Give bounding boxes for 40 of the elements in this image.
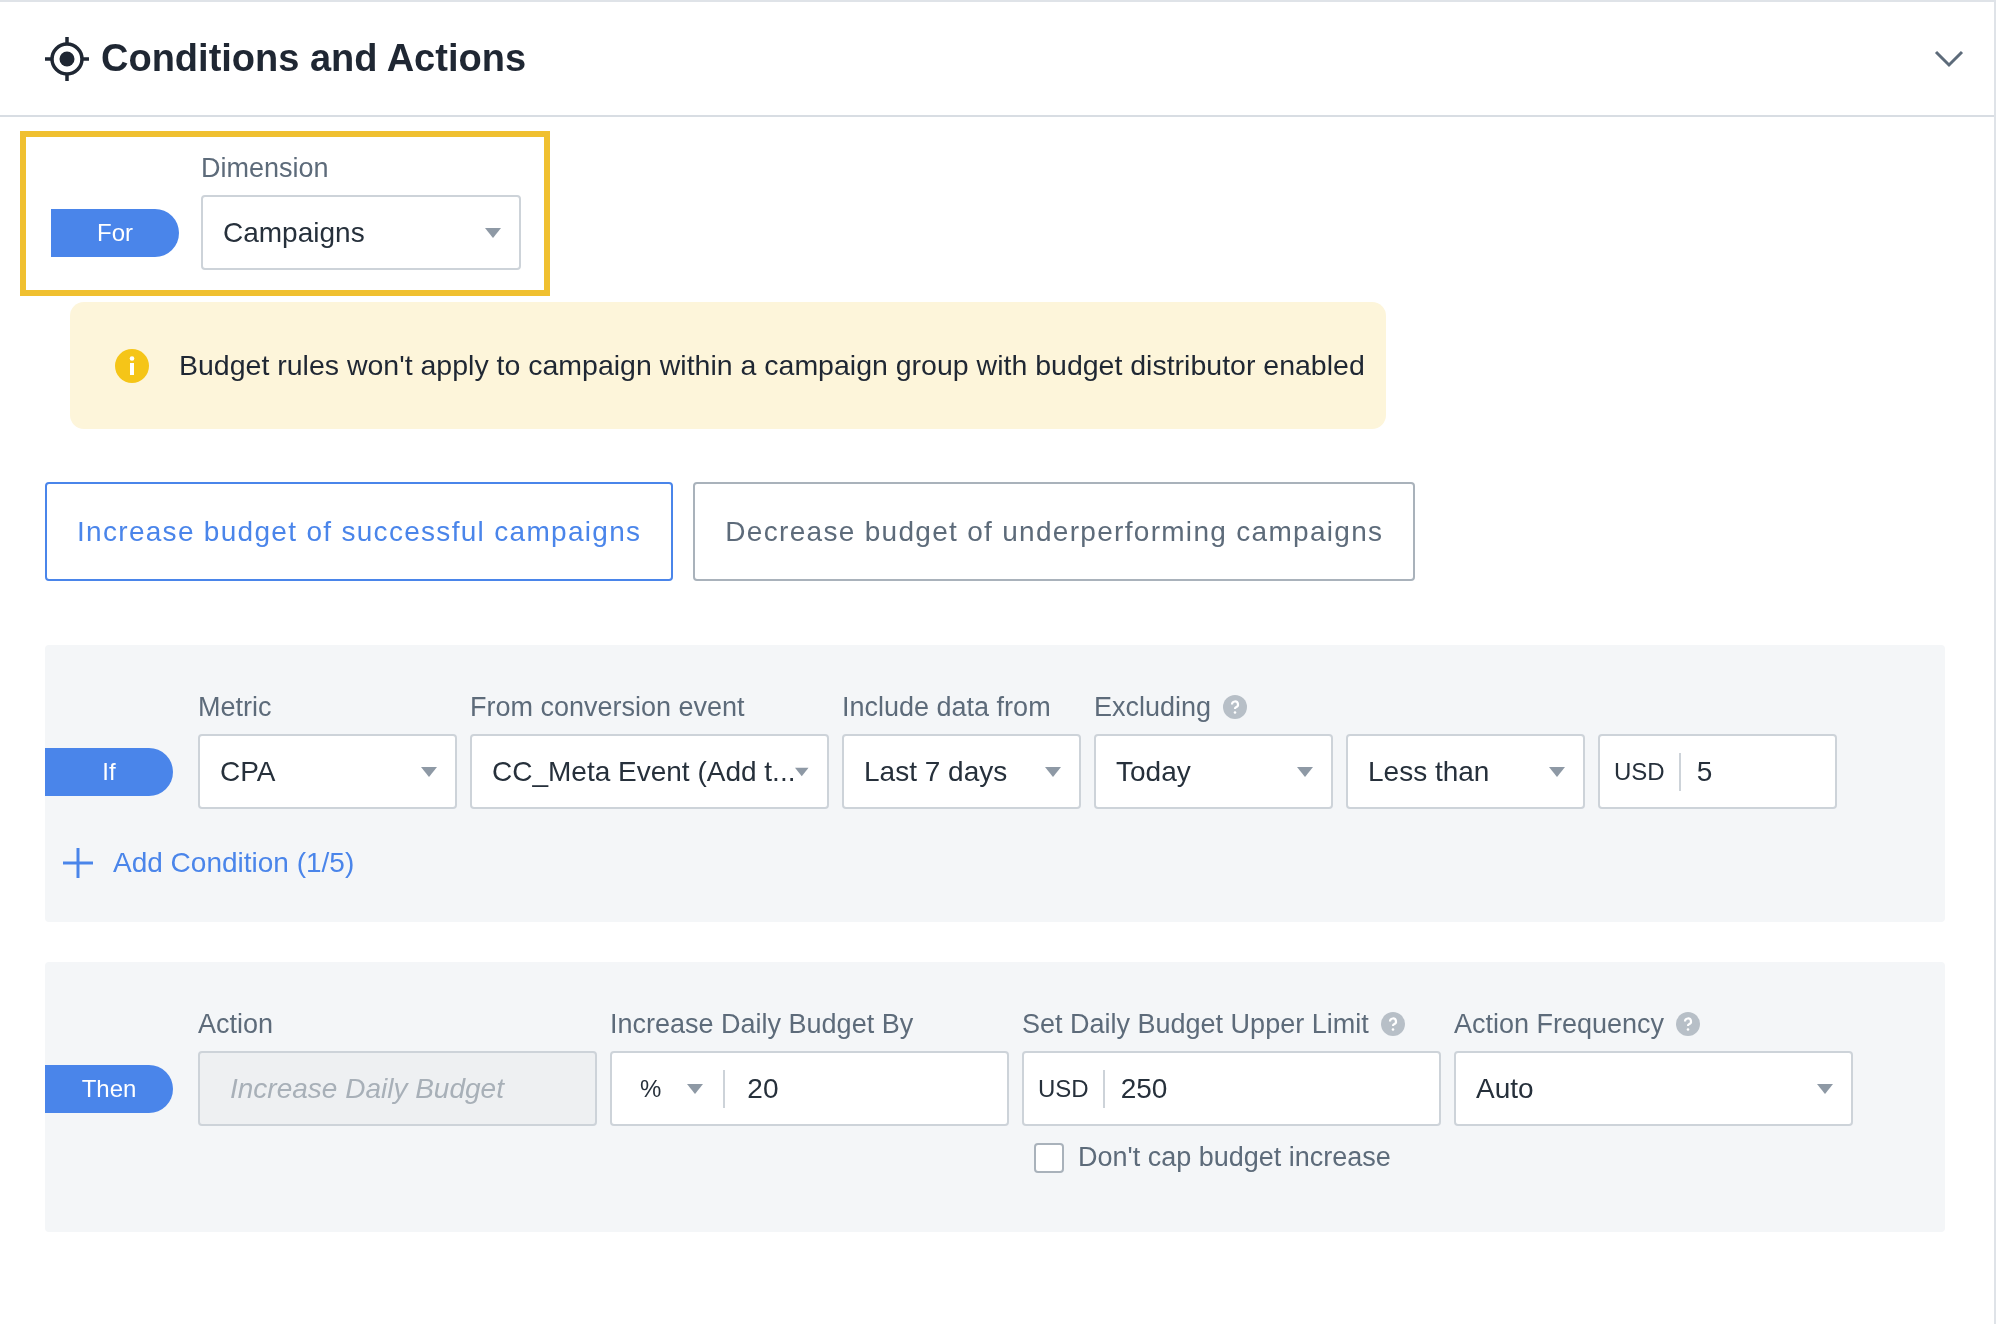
- chevron-icon[interactable]: [1934, 49, 1964, 68]
- dropdown[interactable]: CPA: [198, 734, 457, 809]
- then-pill: Then: [45, 1065, 173, 1113]
- caret-icon: [1045, 766, 1061, 777]
- dropdown[interactable]: Auto: [1454, 1051, 1853, 1126]
- caret-icon: [1297, 766, 1313, 777]
- caret-icon: [1817, 1083, 1833, 1094]
- dropdown[interactable]: CC_Meta Event (Add t...: [470, 734, 829, 809]
- caret-icon: [795, 766, 809, 777]
- target-icon: [45, 36, 89, 81]
- caret-icon: [485, 227, 501, 238]
- checkbox-label: Don't cap budget increase: [1078, 1142, 1391, 1173]
- for-pill: For: [51, 209, 179, 257]
- section-title: Conditions and Actions: [101, 37, 526, 80]
- caret-icon: [687, 1083, 704, 1094]
- caret-icon: [1549, 766, 1565, 777]
- field-label: From conversion event: [470, 690, 746, 724]
- checkbox[interactable]: [1034, 1142, 1064, 1173]
- plus-icon: [63, 848, 93, 878]
- notice-text: Budget rules won't apply to campaign within a campaign group with budget distributor enabled: [179, 349, 1365, 382]
- field-label: Set Daily Budget Upper Limit: [1022, 1007, 1441, 1041]
- field-label: Action: [198, 1007, 275, 1041]
- info-icon: [115, 348, 149, 383]
- amount-input[interactable]: USD 5: [1598, 734, 1837, 809]
- field-label: Excluding: [1094, 690, 1333, 724]
- field-label: Dimension: [201, 151, 330, 185]
- dropdown[interactable]: Less than: [1346, 734, 1585, 809]
- amount-input[interactable]: % 20: [610, 1051, 1009, 1126]
- field-label: Metric: [198, 690, 273, 724]
- caret-icon: [421, 766, 437, 777]
- dropdown[interactable]: Today: [1094, 734, 1333, 809]
- field-label: Action Frequency: [1454, 1007, 1853, 1041]
- if-pill: If: [45, 748, 173, 796]
- dropdown[interactable]: Campaigns: [201, 195, 521, 270]
- mode-option[interactable]: Increase budget of successful campaigns: [45, 482, 674, 581]
- field-label: Increase Daily Budget By: [610, 1007, 915, 1041]
- mode-option[interactable]: Decrease budget of underperforming campaigns: [693, 482, 1416, 581]
- dropdown[interactable]: Last 7 days: [842, 734, 1081, 809]
- amount-input[interactable]: USD 250: [1022, 1051, 1441, 1126]
- field-label: Include data from: [842, 690, 1052, 724]
